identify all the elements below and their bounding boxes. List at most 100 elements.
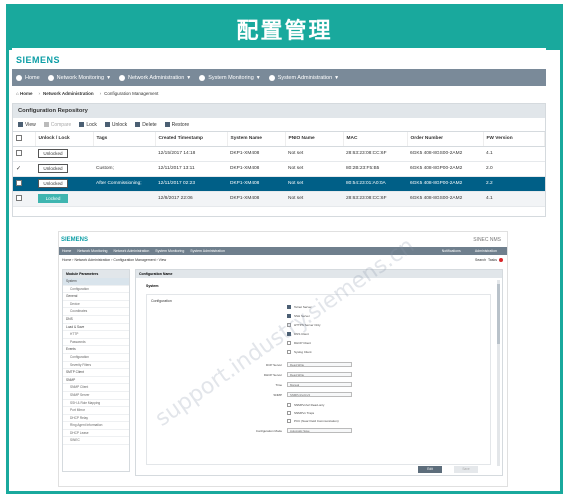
search-link[interactable]: Search <box>475 258 486 262</box>
cell-tags <box>93 191 155 207</box>
table-row[interactable]: Locked 12/8/2017 22:06 DKP1-XM408 Not se… <box>13 191 545 207</box>
sidebar-item[interactable]: Passwords <box>63 339 129 347</box>
cell-pnio: Not set <box>285 161 343 177</box>
col-created[interactable]: Created Timestamp <box>155 132 228 147</box>
sidebar-item[interactable]: HTTP <box>63 331 129 339</box>
col-fw-version[interactable]: FW Version <box>483 132 545 147</box>
nav-network-monitoring[interactable]: Network Monitoring <box>77 249 107 253</box>
row-check-mark[interactable]: ✓ <box>16 166 21 172</box>
sidebar-item[interactable]: Ring Agent Information <box>63 422 129 430</box>
table-row[interactable]: Unlocked 12/15/2017 14:18 DKP1-XM408 Not… <box>13 146 545 162</box>
col-system-name[interactable]: System Name <box>227 132 286 147</box>
nav-network-monitoring[interactable]: Network Monitoring ▼ <box>47 74 111 81</box>
view-button[interactable]: View <box>18 122 36 128</box>
delete-button[interactable]: Delete <box>135 122 157 128</box>
nav-system-monitoring[interactable]: System Monitoring ▼ <box>199 74 261 81</box>
checkbox-box[interactable] <box>287 305 291 309</box>
sidebar-item[interactable]: SSH & Role Mapping <box>63 400 129 408</box>
sidebar-item[interactable]: DNS <box>63 316 129 324</box>
save-button[interactable]: Save <box>454 466 478 473</box>
sidebar-item[interactable]: Severity Filters <box>63 362 129 370</box>
sidebar-title: Module Parameters <box>63 270 129 278</box>
nav-system-administration[interactable]: System Administration <box>190 249 225 253</box>
nav-network-administration[interactable]: Network Administration ▼ <box>119 74 191 81</box>
breadcrumb-home[interactable]: Home <box>20 91 33 96</box>
scrollbar-thumb[interactable] <box>497 284 500 344</box>
lock-toggle-button[interactable]: Locked <box>38 194 68 203</box>
sidebar-item[interactable]: Configuration <box>63 354 129 362</box>
sidebar-item[interactable]: Coordinates <box>63 308 129 316</box>
col-mac[interactable]: MAC <box>343 132 408 147</box>
sidebar-item[interactable]: System <box>63 278 129 286</box>
nav-system-monitoring[interactable]: System Monitoring <box>155 249 184 253</box>
col-tags[interactable]: Tags <box>93 132 156 147</box>
sidebar-item[interactable]: SNMP Client <box>63 384 129 392</box>
col-pnio-name[interactable]: PNIO Name <box>285 132 344 147</box>
col-select[interactable] <box>13 132 36 147</box>
table-row-selected[interactable]: Unlocked After Commissioning; 12/11/2017… <box>13 176 545 192</box>
sidebar-item[interactable]: DHCP Relay <box>63 415 129 423</box>
compare-button[interactable]: Compare <box>43 122 71 128</box>
lock-toggle-button[interactable]: Unlocked <box>38 164 68 173</box>
nav-network-administration[interactable]: Network Administration <box>114 249 150 253</box>
row-checkbox[interactable] <box>16 194 22 201</box>
option-label: PCC (Near Field Communication) <box>294 419 339 423</box>
section-title: System <box>146 284 159 288</box>
cell-order: 6GK5 408-8GS00-2AM2 <box>407 191 483 207</box>
edit-button[interactable]: Edit <box>418 466 442 473</box>
admin-link[interactable]: Administration <box>475 249 497 253</box>
sidebar-item[interactable]: Device <box>63 301 129 309</box>
option-checkbox[interactable]: SNMPv1/v2 Read-only <box>287 403 324 407</box>
lock-toggle-button[interactable]: Unlocked <box>38 179 68 188</box>
unlock-icon <box>104 122 110 127</box>
breadcrumb-network-admin[interactable]: Network Administration <box>43 91 94 96</box>
configuration-mode-select[interactable]: Automatic Save <box>287 428 352 433</box>
restore-button[interactable]: Restore <box>164 122 189 128</box>
sidebar-item[interactable]: DHCP Lease <box>63 430 129 438</box>
sidebar-item[interactable]: General <box>63 293 129 301</box>
sidebar-item[interactable]: SINEC <box>63 437 129 446</box>
option-label: SNMPv1/v2 Read-only <box>294 403 325 407</box>
row-checkbox[interactable] <box>16 179 22 186</box>
select-all-checkbox[interactable] <box>16 134 22 141</box>
col-lock[interactable]: Unlock / Lock <box>35 132 94 147</box>
nav-right: Notifications Administration <box>434 249 503 253</box>
nav-home[interactable]: Home <box>16 74 40 81</box>
sidebar-item[interactable]: Configuration <box>63 286 129 294</box>
row-checkbox[interactable] <box>16 149 22 156</box>
col-order-number[interactable]: Order Number <box>407 132 484 147</box>
field-select[interactable]: Read-Write <box>287 372 352 377</box>
notifications-link[interactable]: Notifications <box>442 249 461 253</box>
cell-mac: 28:63:23:08:CC:6F <box>343 191 407 207</box>
table-row[interactable]: ✓ Unlocked Custom; 12/11/2017 13:11 DKP1… <box>13 161 545 177</box>
cell-system: DKP1-XM408 <box>227 161 285 177</box>
option-checkbox[interactable]: Syslog Client <box>287 350 312 354</box>
field-select[interactable]: SNMPv1/v2c/v3 <box>287 392 352 397</box>
sidebar-item[interactable]: SNMP <box>63 377 129 385</box>
option-checkbox[interactable]: SNMPv1 Traps <box>287 411 314 415</box>
checkbox-box[interactable] <box>287 403 291 407</box>
cell-tags: Custom; <box>93 161 155 177</box>
scrollbar[interactable] <box>497 280 500 466</box>
field-select[interactable]: Read-Write <box>287 362 352 367</box>
sidebar-item[interactable]: SNMP Server <box>63 392 129 400</box>
option-checkbox[interactable]: PCC (Near Field Communication) <box>287 419 339 423</box>
checkbox-box[interactable] <box>287 419 291 423</box>
breadcrumb-current: Configuration Management <box>104 91 159 96</box>
lock-button[interactable]: Lock <box>79 122 97 128</box>
checkbox-box[interactable] <box>287 411 291 415</box>
unlock-button[interactable]: Unlock <box>104 122 127 128</box>
nav-home[interactable]: Home <box>62 249 71 253</box>
tasks-link[interactable]: Tasks <box>488 258 497 262</box>
sidebar-item[interactable]: SMTP Client <box>63 369 129 377</box>
product-name: SINEC NMS <box>473 237 501 243</box>
cell-mac: 80:54:23:01:A0:0A <box>343 176 407 192</box>
field-select[interactable]: Manual <box>287 382 352 387</box>
nav-system-administration[interactable]: System Administration ▼ <box>268 74 339 81</box>
chevron-down-icon: ▼ <box>255 74 261 81</box>
sidebar-item[interactable]: Events <box>63 346 129 354</box>
checkbox-box[interactable] <box>287 350 291 354</box>
sidebar-item[interactable]: Load & Save <box>63 324 129 332</box>
lock-toggle-button[interactable]: Unlocked <box>38 149 68 158</box>
sidebar-item[interactable]: Port Mirror <box>63 407 129 415</box>
